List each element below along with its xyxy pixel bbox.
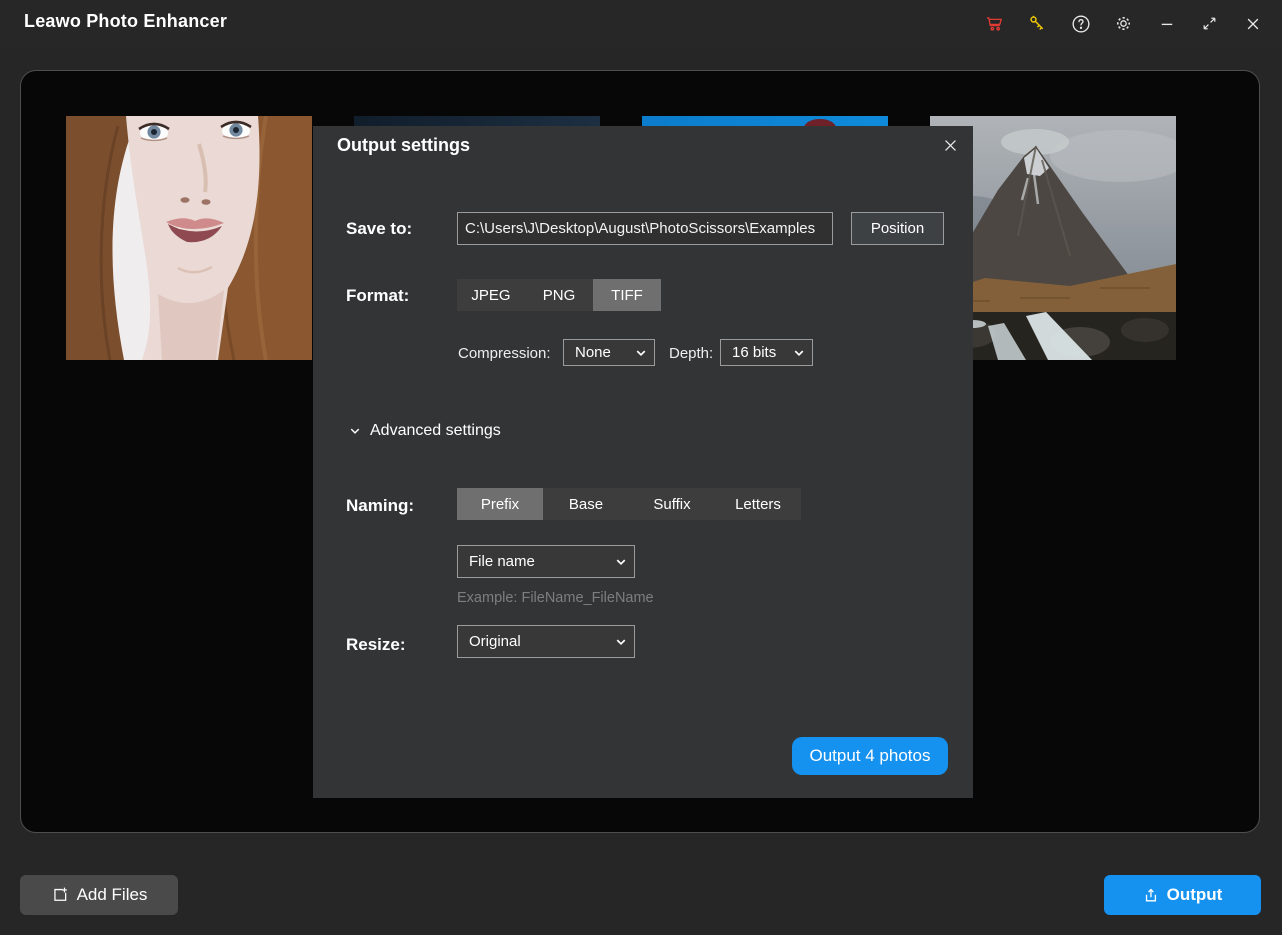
chevron-down-icon bbox=[635, 347, 647, 359]
photo-thumbnail-portrait[interactable] bbox=[66, 116, 312, 360]
save-to-label: Save to: bbox=[346, 219, 412, 239]
compression-value: None bbox=[575, 344, 611, 361]
output-button[interactable]: Output bbox=[1104, 875, 1261, 915]
format-option-tiff[interactable]: TIFF bbox=[593, 279, 661, 311]
resize-label: Resize: bbox=[346, 635, 406, 655]
file-name-value: File name bbox=[469, 553, 535, 570]
output-photos-button[interactable]: Output 4 photos bbox=[792, 737, 948, 775]
output-settings-dialog: Output settings Save to: C:\Users\J\Desk… bbox=[313, 126, 973, 798]
upload-icon bbox=[1143, 887, 1160, 904]
format-label: Format: bbox=[346, 286, 409, 306]
naming-option-base[interactable]: Base bbox=[543, 488, 629, 520]
format-option-jpeg[interactable]: JPEG bbox=[457, 279, 525, 311]
add-files-button[interactable]: Add Files bbox=[20, 875, 178, 915]
naming-option-suffix[interactable]: Suffix bbox=[629, 488, 715, 520]
resize-value: Original bbox=[469, 633, 521, 650]
titlebar-icons bbox=[973, 0, 1274, 47]
add-files-label: Add Files bbox=[77, 885, 148, 905]
depth-value: 16 bits bbox=[732, 344, 776, 361]
file-name-select[interactable]: File name bbox=[457, 545, 635, 578]
format-segmented-control: JPEG PNG TIFF bbox=[457, 279, 661, 311]
titlebar: Leawo Photo Enhancer bbox=[0, 0, 1282, 47]
naming-option-letters[interactable]: Letters bbox=[715, 488, 801, 520]
minimize-icon[interactable] bbox=[1145, 0, 1188, 47]
chevron-down-icon bbox=[615, 556, 627, 568]
dialog-title: Output settings bbox=[337, 135, 470, 156]
cart-icon[interactable] bbox=[973, 0, 1016, 47]
help-icon[interactable] bbox=[1059, 0, 1102, 47]
format-option-png[interactable]: PNG bbox=[525, 279, 593, 311]
naming-example-text: Example: FileName_FileName bbox=[457, 590, 654, 606]
save-path-input[interactable]: C:\Users\J\Desktop\August\PhotoScissors\… bbox=[457, 212, 833, 245]
app-title: Leawo Photo Enhancer bbox=[24, 11, 227, 32]
close-icon[interactable] bbox=[1231, 0, 1274, 47]
key-icon[interactable] bbox=[1016, 0, 1059, 47]
maximize-icon[interactable] bbox=[1188, 0, 1231, 47]
compression-label: Compression: bbox=[458, 345, 551, 362]
dialog-close-icon[interactable] bbox=[939, 134, 961, 156]
advanced-settings-toggle[interactable]: Advanced settings bbox=[349, 422, 501, 440]
position-button[interactable]: Position bbox=[851, 212, 944, 245]
gear-icon[interactable] bbox=[1102, 0, 1145, 47]
advanced-settings-label: Advanced settings bbox=[370, 422, 501, 440]
naming-option-prefix[interactable]: Prefix bbox=[457, 488, 543, 520]
resize-select[interactable]: Original bbox=[457, 625, 635, 658]
naming-segmented-control: Prefix Base Suffix Letters bbox=[457, 488, 801, 520]
add-file-icon bbox=[51, 886, 70, 905]
compression-select[interactable]: None bbox=[563, 339, 655, 366]
depth-select[interactable]: 16 bits bbox=[720, 339, 813, 366]
naming-label: Naming: bbox=[346, 496, 414, 516]
chevron-down-icon bbox=[349, 425, 361, 437]
chevron-down-icon bbox=[615, 636, 627, 648]
chevron-down-icon bbox=[793, 347, 805, 359]
output-label: Output bbox=[1167, 885, 1223, 905]
depth-label: Depth: bbox=[669, 345, 713, 362]
